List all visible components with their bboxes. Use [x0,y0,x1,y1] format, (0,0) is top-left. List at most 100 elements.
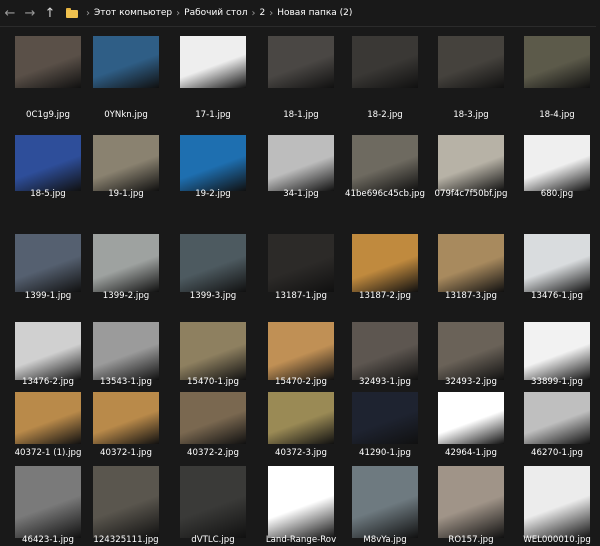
file-thumbnail [93,392,159,444]
file-name: 32493-2.jpg [445,377,497,387]
address-bar: ← → ↑ › Этот компьютер › Рабочий стол › … [0,0,600,27]
file-name: M8vYa.jpg [363,535,407,545]
file-thumbnail [180,234,246,292]
file-name: 42964-1.jpg [445,448,497,458]
file-thumbnail [15,392,81,444]
file-thumbnail [93,322,159,380]
file-thumbnail [524,234,590,292]
arrow-up-icon: ↑ [44,5,56,21]
file-thumbnail [15,322,81,380]
file-thumbnail [438,234,504,292]
file-name: 13187-1.jpg [275,291,327,301]
file-name: 33899-1.jpg [531,377,583,387]
file-name: 18-2.jpg [367,110,403,120]
file-thumbnail [352,234,418,292]
file-thumbnail [524,322,590,380]
file-thumbnail [15,466,81,538]
file-thumbnail [180,322,246,380]
file-thumbnail [268,392,334,444]
file-name: 46270-1.jpg [531,448,583,458]
file-name: 40372-2.jpg [187,448,239,458]
file-thumbnail [15,234,81,292]
breadcrumb-item-computer[interactable]: Этот компьютер [94,8,172,18]
file-name: 13476-2.jpg [22,377,74,387]
chevron-right-icon: › [86,7,90,19]
file-name: 0YNkn.jpg [104,110,148,120]
file-thumbnail [93,466,159,538]
file-name: 18-5.jpg [30,189,66,199]
arrow-left-icon: ← [4,5,16,21]
file-thumbnail [352,36,418,88]
file-name: 46423-1.jpg [22,535,74,545]
file-thumbnail [524,466,590,538]
file-thumbnail [352,135,418,191]
file-name: 13187-3.jpg [445,291,497,301]
folder-icon [66,8,78,18]
file-name: 32493-1.jpg [359,377,411,387]
file-name: 1399-2.jpg [102,291,150,301]
file-thumbnail [438,36,504,88]
vertical-scrollbar[interactable] [596,26,600,542]
arrow-right-icon: → [24,5,36,21]
file-thumbnail [268,36,334,88]
file-name: 18-4.jpg [539,110,575,120]
chevron-right-icon: › [251,7,256,19]
file-name: 40372-3.jpg [275,448,327,458]
file-name: 124325111.jpg [93,535,159,545]
file-thumbnail [15,36,81,88]
file-name: 34-1.jpg [283,189,319,199]
file-thumbnail [438,466,504,538]
file-name: dVTLC.jpg [191,535,235,545]
file-thumbnail [268,234,334,292]
file-thumbnail [352,392,418,444]
file-name: WEL000010.jpg [523,535,591,545]
file-thumbnail [15,135,81,191]
file-name: 41290-1.jpg [359,448,411,458]
file-name: 18-3.jpg [453,110,489,120]
file-thumbnail [524,392,590,444]
file-thumbnail [93,234,159,292]
breadcrumb[interactable]: › Этот компьютер › Рабочий стол › 2 › Но… [66,0,352,26]
file-name: 41be696c45cb.jpg [345,189,425,199]
file-name: 0C1g9.jpg [26,110,70,120]
file-name: 680.jpg [540,189,574,199]
file-name: 15470-1.jpg [187,377,239,387]
file-thumbnail [352,466,418,538]
back-button[interactable]: ← [0,0,20,26]
file-name: 18-1.jpg [283,110,319,120]
chevron-right-icon: › [176,7,181,19]
file-thumbnail [438,392,504,444]
breadcrumb-item-2[interactable]: 2 [259,8,265,18]
file-thumbnail [268,135,334,191]
file-thumbnail [93,135,159,191]
file-thumbnail [438,135,504,191]
file-thumbnail [438,322,504,380]
file-name: 13543-1.jpg [100,377,152,387]
file-name: 079f4c7f50bf.jpg [434,189,508,199]
file-name: 19-1.jpg [108,189,144,199]
file-name: 40372-1 (1).jpg [14,448,82,458]
file-thumbnail [93,36,159,88]
file-name: 40372-1.jpg [100,448,152,458]
file-name: 1399-1.jpg [24,291,72,301]
forward-button[interactable]: → [20,0,40,26]
file-thumbnail [268,466,334,538]
file-grid: 0C1g9.jpg 0YNkn.jpg 17-1.jpg 18-1.jpg 18-2.j… [0,26,600,545]
chevron-right-icon: › [269,7,274,19]
breadcrumb-item-current-folder[interactable]: Новая папка (2) [277,8,352,18]
file-thumbnail [352,322,418,380]
file-thumbnail [180,135,246,191]
file-thumbnail [268,322,334,380]
file-name: 19-2.jpg [195,189,231,199]
file-thumbnail [524,135,590,191]
file-name: 17-1.jpg [195,110,231,120]
breadcrumb-item-desktop[interactable]: Рабочий стол [184,8,247,18]
file-name: RO157.jpg [448,535,494,545]
file-name: 13187-2.jpg [359,291,411,301]
file-name: 13476-1.jpg [531,291,583,301]
file-name: 1399-3.jpg [189,291,237,301]
up-button[interactable]: ↑ [40,0,60,26]
file-thumbnail [524,36,590,88]
file-thumbnail [180,392,246,444]
file-name: 15470-2.jpg [275,377,327,387]
